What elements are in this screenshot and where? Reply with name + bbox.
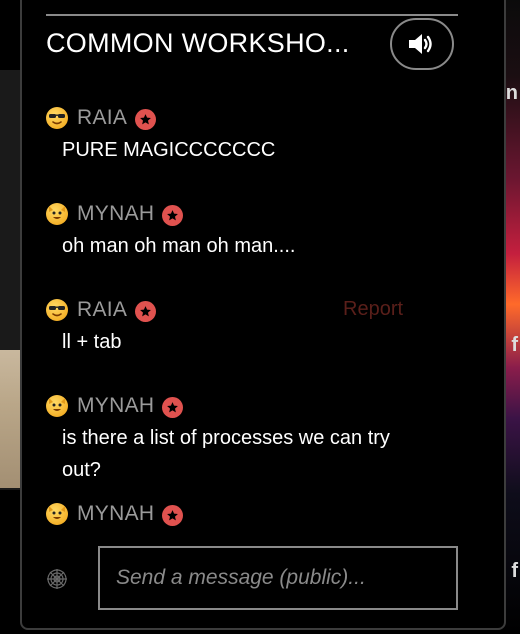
report-link[interactable]: Report: [343, 298, 403, 321]
chat-message: RAIA PURE MAGICCCCCCC: [46, 104, 422, 166]
message-input[interactable]: [100, 548, 456, 608]
star-badge-icon: [162, 505, 184, 526]
background-text-fragment: f: [511, 334, 518, 356]
message-text: PURE MAGICCCCCCC: [62, 139, 276, 161]
message-username[interactable]: MYNAH: [77, 202, 154, 226]
message-username[interactable]: MYNAH: [77, 394, 154, 418]
sunglasses-face-icon: [46, 299, 68, 321]
star-badge-icon: [162, 205, 184, 226]
cat-face-icon: [46, 203, 68, 225]
message-text: ll + tab: [62, 331, 122, 353]
star-badge-icon: [135, 109, 157, 130]
background-text-fragment: n: [505, 82, 518, 104]
message-input-box[interactable]: [98, 546, 458, 610]
cat-face-icon: [46, 503, 68, 525]
chat-message: MYNAH is there a list of processes we ca…: [46, 392, 422, 486]
speaker-icon: [409, 34, 432, 54]
screen: n f f COMMON WORKSHO... RAIA PURE MAGICC…: [0, 0, 520, 634]
message-text: is there a list of processes we can try …: [62, 427, 390, 481]
message-text: oh man oh man oh man....: [62, 235, 296, 257]
web-icon[interactable]: [46, 568, 68, 590]
chat-message: MYNAH: [46, 500, 184, 528]
message-username[interactable]: MYNAH: [77, 502, 154, 526]
message-username[interactable]: RAIA: [77, 298, 127, 322]
star-badge-icon: [162, 397, 184, 418]
sunglasses-face-icon: [46, 107, 68, 129]
message-username[interactable]: RAIA: [77, 106, 127, 130]
header-divider: [46, 14, 458, 16]
star-badge-icon: [135, 301, 157, 322]
cat-face-icon: [46, 395, 68, 417]
background-text-fragment: f: [511, 560, 518, 582]
sound-toggle-button[interactable]: [390, 18, 454, 70]
chat-title: COMMON WORKSHO...: [46, 28, 350, 58]
chat-message: MYNAH oh man oh man oh man....: [46, 200, 422, 262]
background-image-left: [0, 350, 22, 488]
